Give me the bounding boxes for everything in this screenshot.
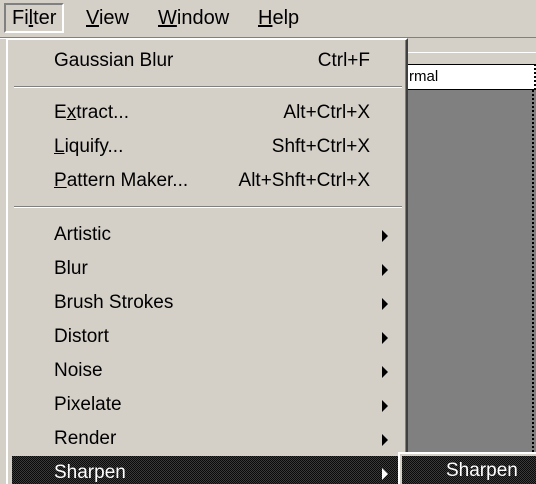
- menu-item-label: Extract...: [54, 96, 129, 130]
- menu-view[interactable]: View: [80, 3, 135, 33]
- submenu-item-label: Sharpen: [446, 460, 518, 481]
- menu-item-label: Gaussian Blur: [54, 50, 174, 71]
- menu-item-artistic[interactable]: Artistic: [12, 218, 402, 252]
- menu-help[interactable]: Help: [252, 3, 305, 33]
- submenu-item-sharpen[interactable]: Sharpen: [402, 456, 536, 484]
- menu-item-render[interactable]: Render: [12, 422, 402, 456]
- menu-item-label-start: E: [54, 102, 67, 123]
- menu-item-label-end: attern Maker...: [66, 170, 189, 191]
- menu-item-shortcut: Alt+Shft+Ctrl+X: [238, 170, 370, 191]
- menu-bar: Filter View Window Help: [0, 0, 536, 39]
- menu-item-last-filter[interactable]: Gaussian Blur Ctrl+F: [12, 44, 402, 78]
- menu-item-brush-strokes[interactable]: Brush Strokes: [12, 286, 402, 320]
- menu-item-label-end: iquify...: [64, 136, 124, 157]
- menu-window-accel: W: [158, 7, 177, 29]
- menu-item-shortcut: Shft+Ctrl+X: [271, 136, 370, 157]
- blend-mode-value: rmal: [409, 68, 439, 85]
- menu-item-noise[interactable]: Noise: [12, 354, 402, 388]
- menu-item-pixelate[interactable]: Pixelate: [12, 388, 402, 422]
- menu-item-shortcut: Ctrl+F: [317, 50, 370, 71]
- menu-item-label: Noise: [54, 360, 103, 381]
- menu-item-pattern-maker[interactable]: Pattern Maker... Alt+Shft+Ctrl+X: [12, 164, 402, 198]
- menu-item-accel: P: [54, 170, 67, 191]
- menu-item-liquify[interactable]: Liquify... Shft+Ctrl+X: [12, 130, 402, 164]
- menu-filter-label-end: ter: [33, 7, 57, 29]
- menu-help-label-end: elp: [272, 7, 300, 29]
- menu-view-accel: V: [86, 7, 99, 29]
- menu-item-accel: x: [66, 102, 77, 123]
- menu-item-label: Pixelate: [54, 394, 122, 415]
- chevron-right-icon: [382, 468, 388, 480]
- menu-separator: [14, 86, 402, 88]
- menu-item-sharpen[interactable]: Sharpen: [12, 456, 402, 484]
- chevron-right-icon: [382, 332, 388, 344]
- menu-item-label: Liquify...: [54, 130, 123, 164]
- chevron-right-icon: [382, 434, 388, 446]
- menu-help-accel: H: [258, 7, 273, 29]
- menu-item-label-end: tract...: [76, 102, 129, 123]
- sharpen-submenu: Sharpen: [398, 452, 536, 484]
- menu-item-label: Sharpen: [54, 462, 126, 483]
- menu-item-label: Artistic: [54, 224, 111, 245]
- chevron-right-icon: [382, 298, 388, 310]
- menu-item-label: Brush Strokes: [54, 292, 174, 313]
- menu-separator: [14, 206, 402, 208]
- blend-mode-field[interactable]: rmal: [398, 64, 536, 90]
- menu-window[interactable]: Window: [152, 3, 235, 33]
- document-window: rmal: [398, 38, 536, 484]
- menu-item-extract[interactable]: Extract... Alt+Ctrl+X: [12, 96, 402, 130]
- menu-view-label-end: iew: [98, 7, 129, 29]
- chevron-right-icon: [382, 400, 388, 412]
- chevron-right-icon: [382, 230, 388, 242]
- filter-menu: Gaussian Blur Ctrl+F Extract... Alt+Ctrl…: [6, 38, 408, 484]
- canvas-border: [532, 90, 534, 484]
- screen: Filter View Window Help rmal Gaussian Bl…: [0, 0, 536, 484]
- menu-filter-label-start: Fi: [12, 7, 29, 29]
- chevron-right-icon: [382, 366, 388, 378]
- menu-item-label: Distort: [54, 326, 109, 347]
- menu-item-accel: L: [54, 136, 65, 157]
- menu-item-shortcut: Alt+Ctrl+X: [283, 102, 370, 123]
- canvas-area[interactable]: [398, 90, 536, 484]
- menu-filter[interactable]: Filter: [4, 3, 65, 33]
- menu-item-label: Pattern Maker...: [54, 164, 188, 198]
- menu-item-distort[interactable]: Distort: [12, 320, 402, 354]
- menu-window-label-end: indow: [176, 7, 230, 29]
- chevron-right-icon: [382, 264, 388, 276]
- menu-item-label: Render: [54, 428, 117, 449]
- menu-item-label: Blur: [54, 258, 88, 279]
- menu-item-blur[interactable]: Blur: [12, 252, 402, 286]
